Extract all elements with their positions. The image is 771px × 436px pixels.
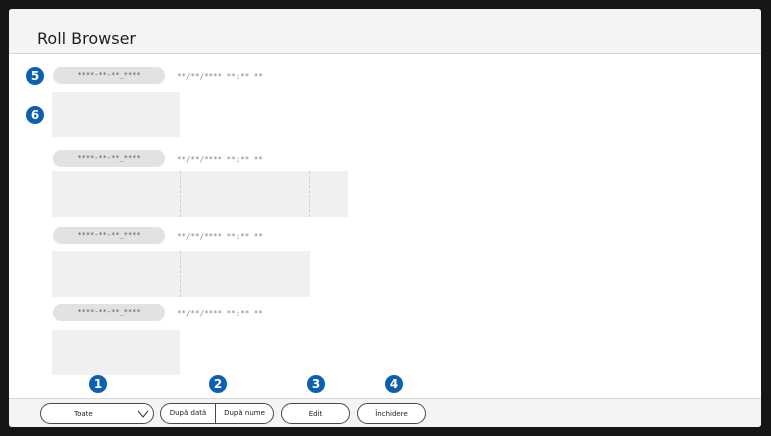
callout-marker-2: 2 [209, 375, 227, 393]
roll-thumbnails[interactable] [52, 92, 180, 137]
sort-by-date-button[interactable]: După dată [161, 404, 215, 423]
roll-browser-screen: Roll Browser ****-**-**_**** **/**/**** … [9, 9, 761, 427]
roll-date: **/**/**** **:** ** [177, 232, 263, 241]
thumbnail-divider [309, 171, 310, 217]
sort-by-name-button[interactable]: După nume [216, 404, 273, 423]
roll-date: **/**/**** **:** ** [177, 155, 263, 164]
roll-thumbnails[interactable] [52, 251, 310, 297]
roll-name-button[interactable]: ****-**-**_**** [53, 304, 165, 321]
callout-marker-3: 3 [307, 375, 325, 393]
filter-dropdown-value: Toate [74, 410, 93, 418]
filter-dropdown[interactable]: Toate [40, 403, 154, 424]
callout-marker-5: 5 [26, 67, 44, 85]
callout-marker-6: 6 [26, 106, 44, 124]
roll-name-button[interactable]: ****-**-**_**** [53, 150, 165, 167]
sort-toggle: După dată După nume [160, 403, 274, 424]
title-bar: Roll Browser [9, 9, 761, 54]
roll-name-button[interactable]: ****-**-**_**** [53, 67, 165, 84]
bottom-toolbar: Toate După dată După nume Edit Închidere [9, 398, 761, 427]
roll-thumbnails[interactable] [52, 330, 180, 375]
roll-thumbnails[interactable] [52, 171, 348, 217]
chevron-down-icon [137, 410, 149, 418]
roll-date: **/**/**** **:** ** [177, 72, 263, 81]
edit-button[interactable]: Edit [281, 403, 350, 424]
close-button[interactable]: Închidere [357, 403, 426, 424]
thumbnail-divider [180, 171, 181, 217]
callout-marker-4: 4 [385, 375, 403, 393]
callout-marker-1: 1 [89, 375, 107, 393]
roll-date: **/**/**** **:** ** [177, 309, 263, 318]
thumbnail-divider [180, 251, 181, 297]
page-title: Roll Browser [37, 29, 136, 48]
roll-name-button[interactable]: ****-**-**_**** [53, 227, 165, 244]
